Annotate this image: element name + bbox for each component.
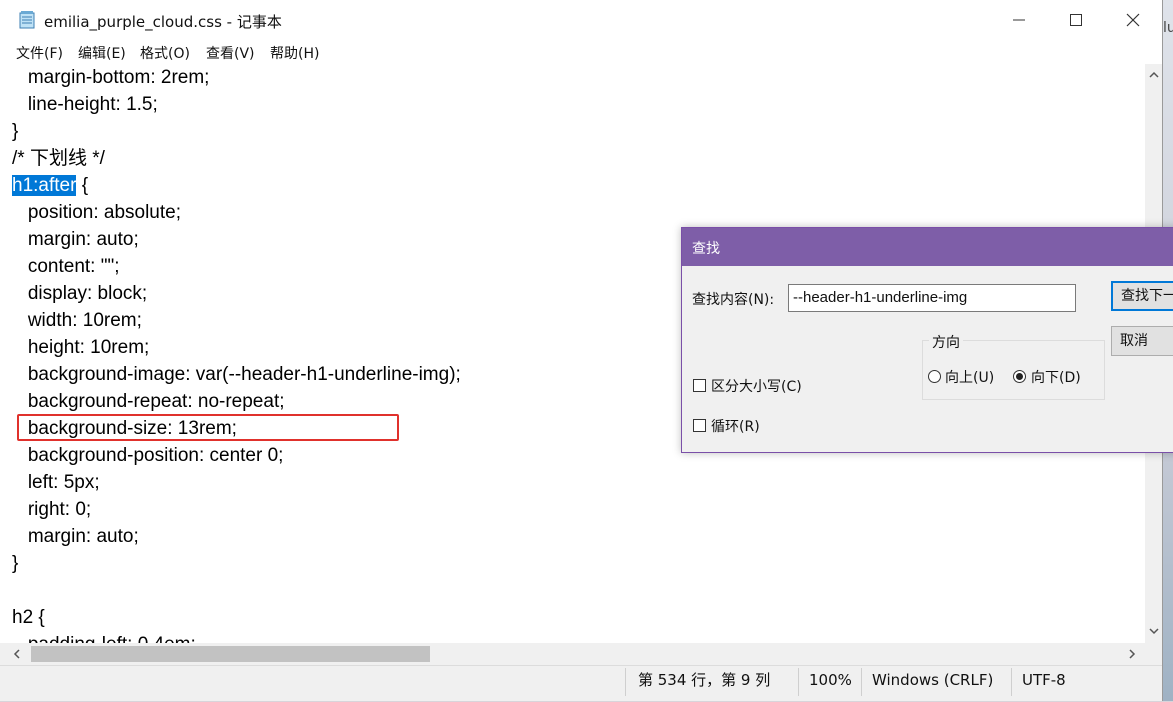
scrollbar-corner bbox=[1145, 643, 1162, 665]
code-line: margin: auto; bbox=[12, 229, 139, 250]
code-line-selected: h1:after { bbox=[12, 172, 88, 199]
direction-up-label[interactable]: 向上(U) bbox=[945, 367, 994, 387]
close-icon bbox=[1126, 13, 1140, 27]
cancel-button[interactable]: 取消 bbox=[1111, 326, 1173, 356]
code-line: /* 下划线 */ bbox=[12, 148, 105, 169]
menu-edit[interactable]: 编辑(E) bbox=[78, 43, 126, 63]
encoding: UTF-8 bbox=[1022, 671, 1066, 689]
scroll-up-icon[interactable] bbox=[1147, 68, 1161, 82]
code-line: line-height: 1.5; bbox=[12, 94, 158, 115]
code-line: right: 0; bbox=[12, 499, 92, 520]
code-line: left: 5px; bbox=[12, 472, 100, 493]
status-divider bbox=[1011, 668, 1012, 696]
background-window-text: lu bbox=[1163, 20, 1173, 36]
find-what-input[interactable]: --header-h1-underline-img bbox=[788, 284, 1076, 312]
code-line: padding-left: 0.4em; bbox=[12, 631, 196, 643]
menu-format[interactable]: 格式(O) bbox=[140, 43, 190, 63]
menu-view[interactable]: 查看(V) bbox=[206, 43, 255, 63]
code-line: margin-bottom: 2rem; bbox=[12, 67, 210, 88]
scroll-right-icon[interactable] bbox=[1125, 647, 1139, 661]
code-line: width: 10rem; bbox=[12, 310, 142, 331]
code-line: height: 10rem; bbox=[12, 337, 150, 358]
direction-down-label[interactable]: 向下(D) bbox=[1031, 367, 1081, 387]
horizontal-scrollbar[interactable] bbox=[0, 643, 1145, 665]
line-ending: Windows (CRLF) bbox=[872, 671, 994, 689]
code-line: margin: auto; bbox=[12, 526, 139, 547]
code-line: background-image: var(--header-h1-underl… bbox=[12, 364, 461, 385]
find-next-button[interactable]: 查找下一个(F) bbox=[1111, 281, 1173, 311]
match-case-checkbox[interactable] bbox=[693, 379, 706, 392]
direction-down-radio[interactable] bbox=[1013, 370, 1026, 383]
window-title: emilia_purple_cloud.css - 记事本 bbox=[44, 13, 282, 31]
maximize-icon bbox=[1070, 14, 1082, 26]
menu-bar: 文件(F) 编辑(E) 格式(O) 查看(V) 帮助(H) bbox=[0, 40, 1162, 64]
code-line: position: absolute; bbox=[12, 202, 181, 223]
code-line: } bbox=[12, 121, 19, 142]
wrap-around-checkbox[interactable] bbox=[693, 419, 706, 432]
cursor-position: 第 534 行，第 9 列 bbox=[638, 671, 771, 689]
code-line: } bbox=[12, 553, 19, 574]
zoom-level: 100% bbox=[809, 671, 852, 689]
minimize-icon bbox=[1013, 19, 1025, 21]
code-line: content: ""; bbox=[12, 256, 120, 277]
notepad-icon bbox=[19, 11, 35, 29]
match-case-label[interactable]: 区分大小写(C) bbox=[711, 376, 802, 396]
code-line: h2 { bbox=[12, 607, 45, 628]
find-dialog-title: 查找 bbox=[692, 241, 720, 257]
menu-file[interactable]: 文件(F) bbox=[16, 43, 63, 63]
status-bar: 第 534 行，第 9 列 100% Windows (CRLF) UTF-8 bbox=[0, 665, 1162, 701]
scroll-left-icon[interactable] bbox=[10, 647, 24, 661]
minimize-button[interactable] bbox=[990, 0, 1048, 40]
maximize-button[interactable] bbox=[1047, 0, 1105, 40]
code-line-rest: { bbox=[76, 175, 89, 196]
scroll-down-icon[interactable] bbox=[1147, 624, 1161, 638]
status-divider bbox=[861, 668, 862, 696]
annotation-highlight-box bbox=[17, 414, 399, 441]
selected-text: h1:after bbox=[12, 175, 77, 196]
direction-label: 方向 bbox=[929, 332, 963, 352]
code-line: background-position: center 0; bbox=[12, 445, 284, 466]
horizontal-scroll-thumb[interactable] bbox=[31, 646, 430, 662]
status-divider bbox=[625, 668, 626, 696]
wrap-around-label[interactable]: 循环(R) bbox=[711, 416, 760, 436]
code-line: background-repeat: no-repeat; bbox=[12, 391, 285, 412]
title-bar[interactable]: emilia_purple_cloud.css - 记事本 bbox=[0, 0, 1162, 40]
find-dialog-title-bar[interactable]: 查找 bbox=[682, 228, 1173, 266]
code-line: display: block; bbox=[12, 283, 148, 304]
menu-help[interactable]: 帮助(H) bbox=[270, 43, 319, 63]
direction-up-radio[interactable] bbox=[928, 370, 941, 383]
status-divider bbox=[798, 668, 799, 696]
find-dialog: 查找 查找内容(N): --header-h1-underline-img 查找… bbox=[681, 227, 1173, 453]
close-button[interactable] bbox=[1104, 0, 1162, 40]
find-what-label: 查找内容(N): bbox=[692, 292, 775, 308]
